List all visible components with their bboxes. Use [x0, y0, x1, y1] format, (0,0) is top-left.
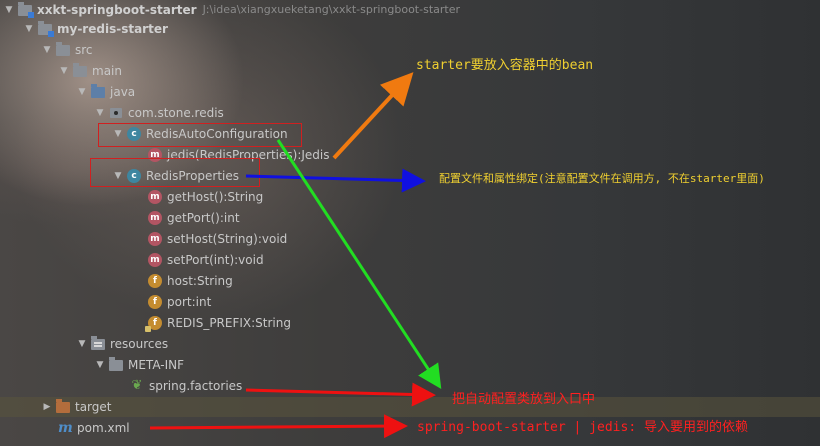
annotation-bean: starter要放入容器中的bean: [416, 58, 594, 73]
annotation-arrows: [149, 72, 442, 439]
annotation-properties: 配置文件和属性绑定(注意配置文件在调用方, 不在starter里面): [439, 172, 765, 185]
arrow-blue: [245, 168, 426, 193]
arrow-green: [276, 139, 442, 390]
arrow-red-pom: [149, 414, 408, 439]
arrow-orange: [332, 72, 414, 160]
arrow-red-factories: [245, 382, 436, 407]
annotation-factories: 把自动配置类放到入口中: [452, 392, 596, 407]
annotation-pom: spring-boot-starter | jedis: 导入要用到的依赖: [417, 420, 748, 435]
